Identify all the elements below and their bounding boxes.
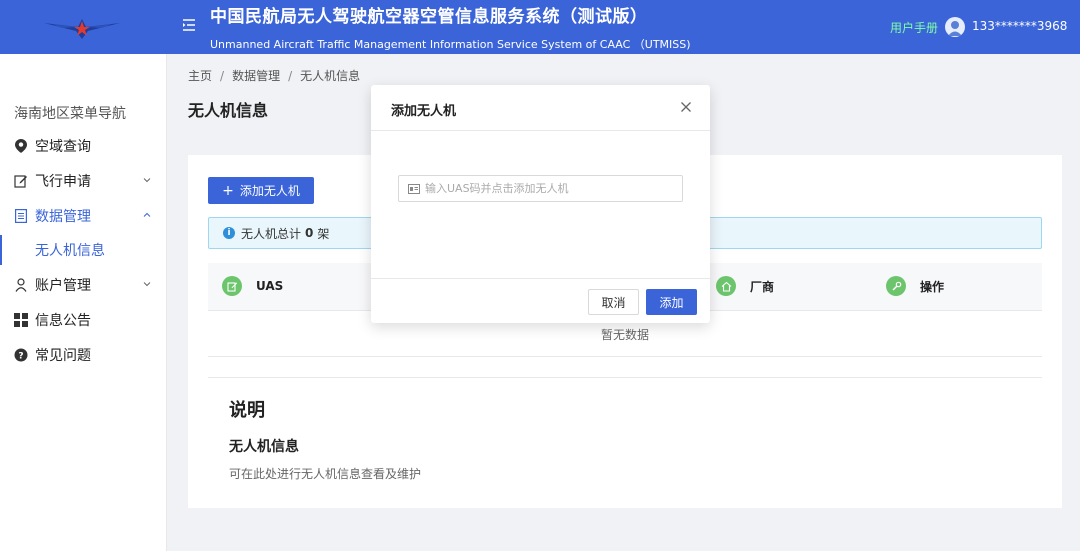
page-title: 无人机信息 (188, 101, 269, 120)
sidebar-item-label: 常见问题 (35, 348, 91, 364)
sidebar-subitem-uav-info[interactable]: 无人机信息 (0, 235, 166, 265)
location-pin-icon (14, 139, 28, 153)
info-prefix: 无人机总计 (241, 226, 302, 241)
home-icon (716, 276, 736, 296)
grid-icon (14, 313, 28, 327)
description-subtitle: 无人机信息 (229, 439, 299, 455)
sidebar-item-label: 飞行申请 (35, 174, 91, 190)
confirm-add-button[interactable]: 添加 (646, 289, 697, 315)
breadcrumb: 主页 / 数据管理 / 无人机信息 (188, 69, 361, 83)
list-icon (14, 209, 28, 223)
info-icon: i (223, 227, 235, 239)
sidebar-region-title: 海南地区菜单导航 (14, 106, 126, 122)
user-icon (14, 278, 28, 292)
column-manufacturer-label: 厂商 (750, 279, 775, 294)
close-icon[interactable] (680, 101, 692, 113)
sidebar-item-airspace-query[interactable]: 空域查询 (0, 131, 166, 161)
add-uav-button[interactable]: + 添加无人机 (208, 177, 314, 204)
system-title-en: Unmanned Aircraft Traffic Management Inf… (210, 38, 691, 51)
sidebar-item-label: 数据管理 (35, 209, 91, 225)
modal-header-divider (371, 130, 710, 131)
section-divider (208, 377, 1042, 378)
svg-text:?: ? (18, 352, 23, 362)
top-header: 中国民航局无人驾驶航空器空管信息服务系统（测试版） Unmanned Aircr… (0, 0, 1080, 54)
column-uas: UAS (222, 276, 283, 296)
user-phone[interactable]: 133*******3968 (972, 19, 1067, 33)
wrench-icon (886, 276, 906, 296)
user-manual-link[interactable]: 用户手册 (890, 19, 938, 36)
column-actions: 操作 (886, 276, 944, 296)
sidebar-item-announcements[interactable]: 信息公告 (0, 305, 166, 335)
breadcrumb-current: 无人机信息 (300, 69, 361, 83)
chevron-up-icon (143, 212, 151, 217)
uav-count: 0 (305, 226, 314, 240)
sidebar-item-faq[interactable]: ? 常见问题 (0, 340, 166, 370)
sidebar-item-account-management[interactable]: 账户管理 (0, 270, 166, 300)
breadcrumb-home[interactable]: 主页 (188, 69, 212, 83)
chevron-down-icon (143, 282, 151, 287)
add-uav-button-label: 添加无人机 (239, 184, 300, 198)
menu-toggle-icon[interactable] (181, 17, 197, 33)
sidebar-item-label: 空域查询 (35, 139, 91, 155)
add-uav-modal: 添加无人机 取消 添加 (371, 85, 710, 323)
edit-icon (222, 276, 242, 296)
breadcrumb-data-management[interactable]: 数据管理 (232, 69, 280, 83)
edit-icon (14, 174, 28, 188)
sidebar-item-label: 账户管理 (35, 278, 91, 294)
sidebar: 海南地区菜单导航 空域查询 飞行申请 数据管理 无人机信息 账户管理 信息公告 … (0, 54, 167, 551)
uas-code-field[interactable] (398, 175, 683, 202)
avatar-icon (948, 21, 962, 36)
cancel-button[interactable]: 取消 (588, 289, 639, 315)
question-icon: ? (14, 348, 28, 362)
empty-table-text: 暂无数据 (601, 328, 650, 342)
sidebar-item-flight-apply[interactable]: 飞行申请 (0, 166, 166, 196)
system-title-cn: 中国民航局无人驾驶航空器空管信息服务系统（测试版） (210, 7, 648, 27)
column-manufacturer: 厂商 (716, 276, 774, 296)
description-title: 说明 (229, 400, 265, 421)
info-suffix: 架 (317, 226, 330, 241)
column-uas-label: UAS (256, 279, 284, 293)
plus-icon: + (222, 182, 234, 199)
modal-footer-divider (371, 278, 710, 279)
sidebar-subitem-label: 无人机信息 (35, 243, 105, 259)
modal-title: 添加无人机 (391, 104, 457, 119)
caac-logo (44, 19, 120, 39)
description-text: 可在此处进行无人机信息查看及维护 (229, 467, 422, 481)
uas-code-input[interactable] (425, 182, 665, 195)
id-card-icon (408, 183, 420, 194)
chevron-down-icon (143, 178, 151, 183)
table-bottom-divider (208, 356, 1042, 357)
sidebar-item-data-management[interactable]: 数据管理 (0, 201, 166, 231)
avatar[interactable] (945, 17, 965, 37)
sidebar-item-label: 信息公告 (35, 313, 91, 329)
column-actions-label: 操作 (920, 279, 945, 294)
